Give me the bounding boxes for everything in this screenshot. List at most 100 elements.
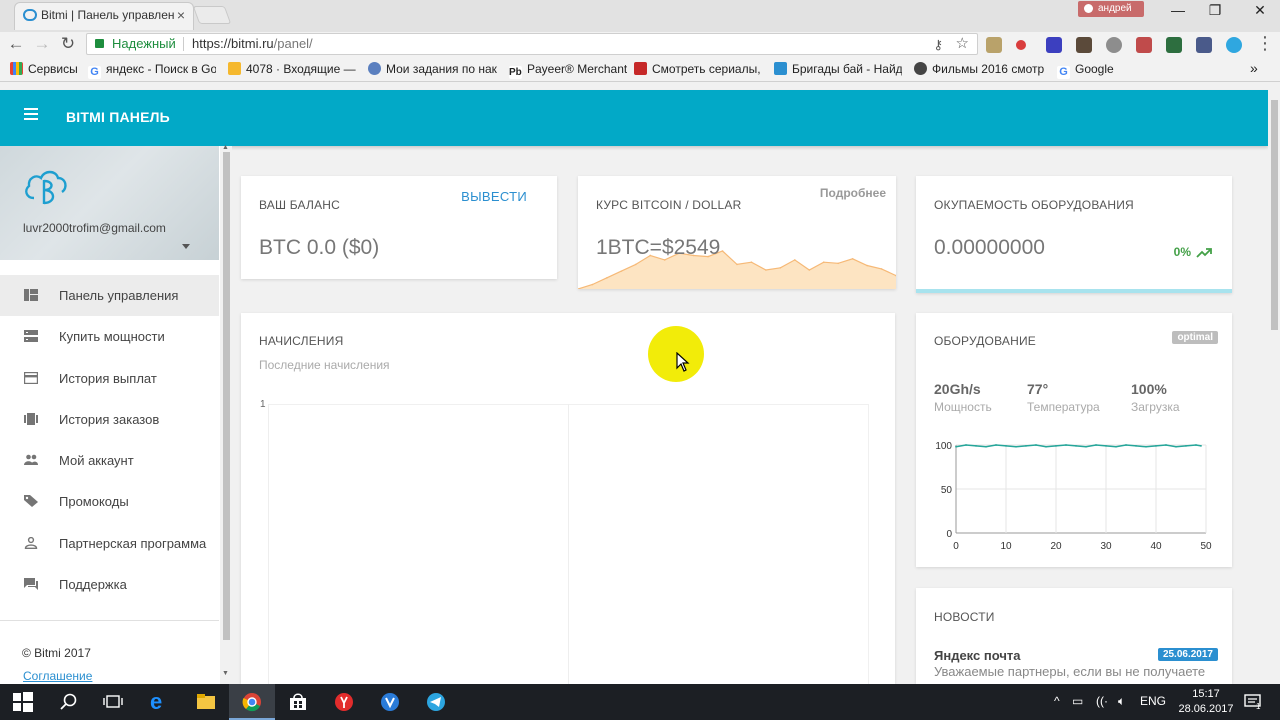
windows-start-icon[interactable] [12,692,34,712]
bookmark-payeer[interactable]: Pb Payeer® Merchant [509,62,627,79]
close-window-icon[interactable]: ✕ [1240,2,1280,19]
extension-icon-4[interactable] [1076,37,1092,53]
language-indicator[interactable]: ENG [1140,694,1166,708]
task-view-icon[interactable] [102,692,124,712]
edge-icon[interactable]: e [150,691,172,713]
bookmark-label: Payeer® Merchant [527,62,627,76]
hamburger-menu-icon[interactable] [24,108,38,123]
browser-menu-icon[interactable]: ⋮ [1256,33,1274,54]
sidebar-item-account[interactable]: Мой аккаунт [0,440,219,481]
earnings-grid-mid [568,404,569,684]
scroll-down-icon[interactable]: ▼ [222,670,229,677]
more-details-link[interactable]: Подробнее [820,186,886,200]
extension-icon-1[interactable] [986,37,1002,53]
maximize-icon[interactable]: ❐ [1195,2,1235,19]
mouse-cursor-icon [676,352,690,372]
load-point [1165,444,1167,446]
sidebar-item-payouts[interactable]: История выплат [0,358,219,399]
tab-title: Bitmi | Панель управлен [41,8,175,22]
sidebar-item-orders[interactable]: История заказов [0,399,219,440]
file-explorer-icon[interactable] [195,692,217,712]
close-tab-icon[interactable]: × [177,3,185,27]
page-scrollbar[interactable] [1268,86,1280,684]
bookmark-serials[interactable]: Смотреть сериалы, п [634,62,762,76]
volume-icon[interactable]: 🔈︎ [1118,694,1125,709]
battery-icon[interactable]: ▭ [1072,694,1083,708]
yandex-browser-icon[interactable] [333,692,355,712]
browser-toolbar: ← → ↻ Надежный https://bitmi.ru/panel/ ⚷… [0,32,1280,58]
agreement-link[interactable]: Соглашение [23,669,92,683]
search-icon[interactable] [58,692,80,712]
stat-value: 77° [1027,381,1049,397]
telegram-icon[interactable] [425,692,447,712]
earnings-grid-right [868,404,869,684]
rate-point [808,269,811,271]
vivaldi-icon[interactable] [379,692,401,712]
rate-point [794,259,796,261]
sidebar-item-promocodes[interactable]: Промокоды [0,481,219,522]
extension-icon-9[interactable] [1226,37,1242,53]
y-tick-label: 0 [946,529,952,540]
load-point [1095,444,1097,446]
bookmark-brigady[interactable]: Бригады бай - Найд [774,62,902,76]
sidebar-item-buy-power[interactable]: Купить мощности [0,316,219,357]
profile-chip[interactable]: андрей [1078,1,1144,17]
bookmark-mail[interactable]: 4078 · Входящие — Я [228,62,356,76]
roi-percent: 0% [1174,245,1212,259]
bookmark-films[interactable]: Фильмы 2016 смотре [914,62,1044,76]
earnings-y-tick: 1 [260,399,266,410]
extension-icon-7[interactable] [1166,37,1182,53]
minimize-icon[interactable]: — [1158,2,1198,18]
payeer-icon: Pb [509,66,522,79]
bookmark-google[interactable]: G Google [1057,62,1114,79]
withdraw-button[interactable]: ВЫВЕСТИ [461,189,527,204]
bookmark-label: Мои задания по нак [386,62,497,76]
sidebar-item-partner[interactable]: Партнерская программа [0,523,219,564]
reload-icon[interactable]: ↻ [58,34,78,54]
stat-hashrate: 20Gh/s Мощность [934,381,992,414]
key-icon[interactable]: ⚷ [933,35,943,55]
load-point [1115,445,1117,448]
extension-icon-5[interactable] [1106,37,1122,53]
sidebar-scroll-thumb[interactable] [223,152,230,640]
tray-chevron-icon[interactable]: ^ [1054,694,1060,708]
clock[interactable]: 15:17 28.06.2017 [1176,687,1236,717]
wifi-icon[interactable]: ((· [1096,694,1108,708]
back-icon[interactable]: ← [6,34,26,54]
forward-icon[interactable]: → [32,34,52,54]
scroll-up-icon[interactable]: ▲ [222,144,229,151]
sidebar-item-label: Мой аккаунт [59,453,134,469]
bookmark-apps[interactable]: Сервисы [10,62,78,76]
load-point [1005,444,1007,447]
store-icon[interactable] [287,692,309,712]
browser-tab[interactable]: Bitmi | Панель управлен × [14,2,194,30]
bookmark-label: Бригады бай - Найд [792,62,902,76]
bookmark-tasks[interactable]: Мои задания по нак [368,62,498,76]
trending-up-icon [1196,248,1212,258]
extension-icon-3[interactable] [1046,37,1062,53]
news-item-title[interactable]: Яндекс почта [934,648,1020,663]
sidebar-item-support[interactable]: Поддержка [0,564,219,605]
bookmark-star-icon[interactable]: ☆ [956,34,969,54]
chat-icon [24,578,38,591]
rate-point [736,263,738,266]
extension-icon-2[interactable] [1016,40,1026,50]
bookmark-yandex[interactable]: Gяндекс - Поиск в Goo [88,62,216,79]
load-point [965,444,967,446]
bookmarks-overflow-icon[interactable]: » [1250,60,1258,76]
rate-point [606,277,608,279]
page-scroll-thumb[interactable] [1271,100,1278,330]
sidebar-item-dashboard[interactable]: Панель управления [0,275,219,317]
profile-dropdown-icon[interactable] [182,244,190,249]
new-tab-button[interactable] [192,6,232,24]
extension-icon-6[interactable] [1136,37,1152,53]
extension-icon-8[interactable] [1196,37,1212,53]
tasks-icon [368,62,381,75]
notifications-icon[interactable] [1242,692,1264,712]
address-bar[interactable]: Надежный https://bitmi.ru/panel/ ⚷ ☆ [86,33,978,55]
balance-card: ВАШ БАЛАНС ВЫВЕСТИ BTC 0.0 ($0) [241,176,557,279]
sidebar-scrollbar[interactable]: ▲ ▼ [220,144,232,684]
rate-point [721,250,724,252]
sidebar-item-label: Панель управления [59,288,179,303]
chrome-icon[interactable] [241,692,263,712]
